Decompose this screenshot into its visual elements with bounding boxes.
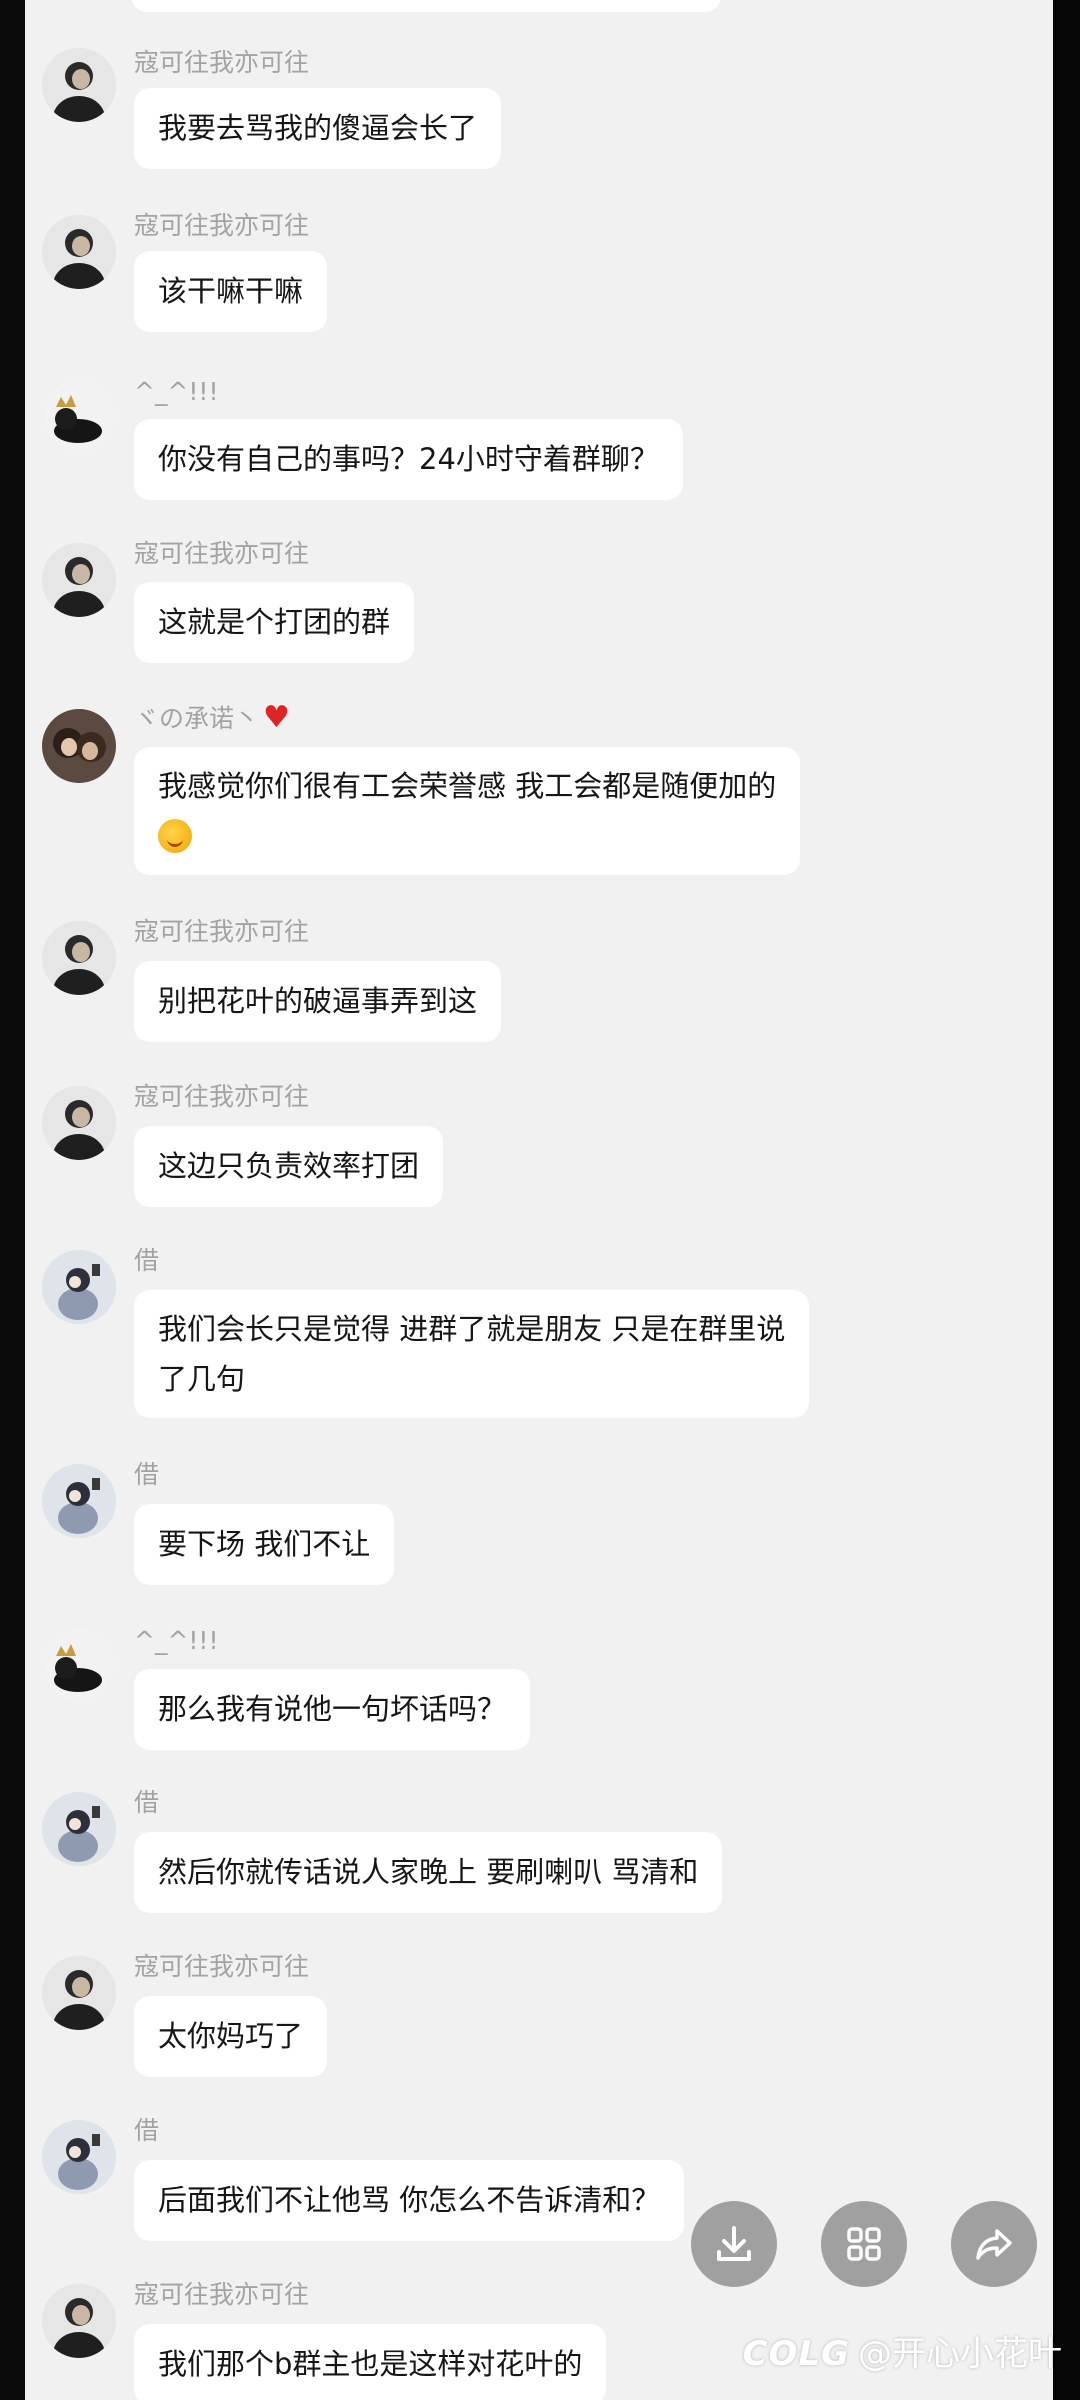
sender-name: 寇可往我亦可往 (134, 917, 310, 946)
message-text: 我们会长只是觉得 进群了就是朋友 只是在群里说 (158, 1312, 786, 1346)
avatar-anime-icon[interactable] (42, 1250, 116, 1324)
sender-name: ヾの承诺丶 ♥ (134, 703, 290, 734)
avatar-man-icon[interactable] (42, 1086, 116, 1160)
avatar-anime-icon[interactable] (42, 2120, 116, 2194)
sender-name: 寇可往我亦可往 (134, 1082, 310, 1111)
watermark: COLG @开心小花叶 (743, 2326, 1062, 2375)
avatar-crown-icon[interactable] (42, 1628, 116, 1702)
message-bubble[interactable]: 别把花叶的破逼事弄到这 (134, 961, 502, 1042)
message-bubble[interactable]: 然后你就传话说人家晚上 要刷喇叭 骂清和 (134, 1832, 723, 1913)
share-icon (976, 2229, 1012, 2260)
avatar-man-icon[interactable] (42, 2284, 116, 2358)
download-button[interactable] (691, 2201, 777, 2287)
right-edge (1053, 0, 1080, 2400)
sender-name: 借 (134, 2116, 160, 2145)
sender-name: 借 (134, 1788, 160, 1817)
avatar-crown-icon[interactable] (42, 379, 116, 453)
message-text: 你没有自己的事吗？24小时守着群聊？ (158, 442, 659, 476)
message-bubble[interactable]: 那么我有说他一句坏话吗？ (134, 1669, 531, 1750)
sender-name: 借 (134, 1460, 160, 1489)
message-text: 那么我有说他一句坏话吗？ (158, 1692, 507, 1726)
message-text: 了几句 (158, 1362, 246, 1396)
message-text: 我要去骂我的傻逼会长了 (158, 111, 478, 145)
left-edge (0, 0, 25, 2400)
message-text: 这边只负责效率打团 (158, 1149, 420, 1183)
sender-name: 寇可往我亦可往 (134, 48, 310, 77)
message-bubble[interactable]: 我要去骂我的傻逼会长了 (134, 88, 502, 169)
message-text: 别把花叶的破逼事弄到这 (158, 984, 478, 1018)
chat-area[interactable]: 寇可往我亦可往 我要去骂我的傻逼会长了 寇可往我亦可往 该干嘛干嘛 ^_^!!!… (25, 0, 1053, 2400)
sender-name: 寇可往我亦可往 (134, 211, 310, 240)
sender-name: ^_^!!! (134, 377, 219, 406)
sender-name: ^_^!!! (134, 1626, 219, 1655)
message-bubble[interactable]: 我们会长只是觉得 进群了就是朋友 只是在群里说 了几句 (134, 1290, 810, 1418)
grid-icon (847, 2227, 881, 2261)
download-icon (717, 2226, 751, 2261)
message-bubble[interactable]: 这边只负责效率打团 (134, 1126, 444, 1207)
message-bubble[interactable]: 这就是个打团的群 (134, 582, 415, 663)
message-text: 我们那个b群主也是这样对花叶的 (158, 2347, 583, 2381)
message-bubble[interactable]: 后面我们不让他骂 你怎么不告诉清和？ (134, 2160, 685, 2241)
message-text: 然后你就传话说人家晚上 要刷喇叭 骂清和 (158, 1855, 699, 1889)
message-text: 要下场 我们不让 (158, 1527, 371, 1561)
sender-name-text: ヾの承诺丶 (134, 704, 260, 733)
message-bubble[interactable]: 太你妈巧了 (134, 1996, 328, 2077)
message-text: 这就是个打团的群 (158, 605, 391, 639)
share-button[interactable] (951, 2201, 1037, 2287)
grid-button[interactable] (821, 2201, 907, 2287)
watermark-text: @开心小花叶 (858, 2334, 1062, 2374)
message-bubble[interactable]: 你没有自己的事吗？24小时守着群聊？ (134, 419, 683, 500)
avatar-anime-icon[interactable] (42, 1792, 116, 1866)
avatar-man-icon[interactable] (42, 215, 116, 289)
message-text: 该干嘛干嘛 (158, 274, 304, 308)
laughing-emoji-icon (158, 819, 192, 853)
sender-name: 寇可往我亦可往 (134, 2280, 310, 2309)
message-bubble[interactable]: 我们那个b群主也是这样对花叶的 (134, 2324, 607, 2400)
watermark-logo: COLG (742, 2334, 850, 2374)
avatar-man-icon[interactable] (42, 1956, 116, 2030)
avatar-man-icon[interactable] (42, 543, 116, 617)
message-text: 后面我们不让他骂 你怎么不告诉清和？ (158, 2183, 661, 2217)
message-bubble[interactable]: 我感觉你们很有工会荣誉感 我工会都是随便加的 (134, 747, 801, 875)
avatar-anime-icon[interactable] (42, 1464, 116, 1538)
previous-message-bubble (131, 0, 721, 12)
sender-name: 寇可往我亦可往 (134, 1952, 310, 1981)
heart-icon: ♥ (263, 700, 290, 735)
sender-name: 借 (134, 1246, 160, 1275)
avatar-man-icon[interactable] (42, 921, 116, 995)
avatar-man-icon[interactable] (42, 48, 116, 122)
message-bubble[interactable]: 该干嘛干嘛 (134, 251, 328, 332)
message-text: 我感觉你们很有工会荣誉感 我工会都是随便加的 (158, 769, 777, 803)
sender-name: 寇可往我亦可往 (134, 539, 310, 568)
message-text: 太你妈巧了 (158, 2019, 304, 2053)
message-bubble[interactable]: 要下场 我们不让 (134, 1504, 395, 1585)
avatar-couple-icon[interactable] (42, 709, 116, 783)
